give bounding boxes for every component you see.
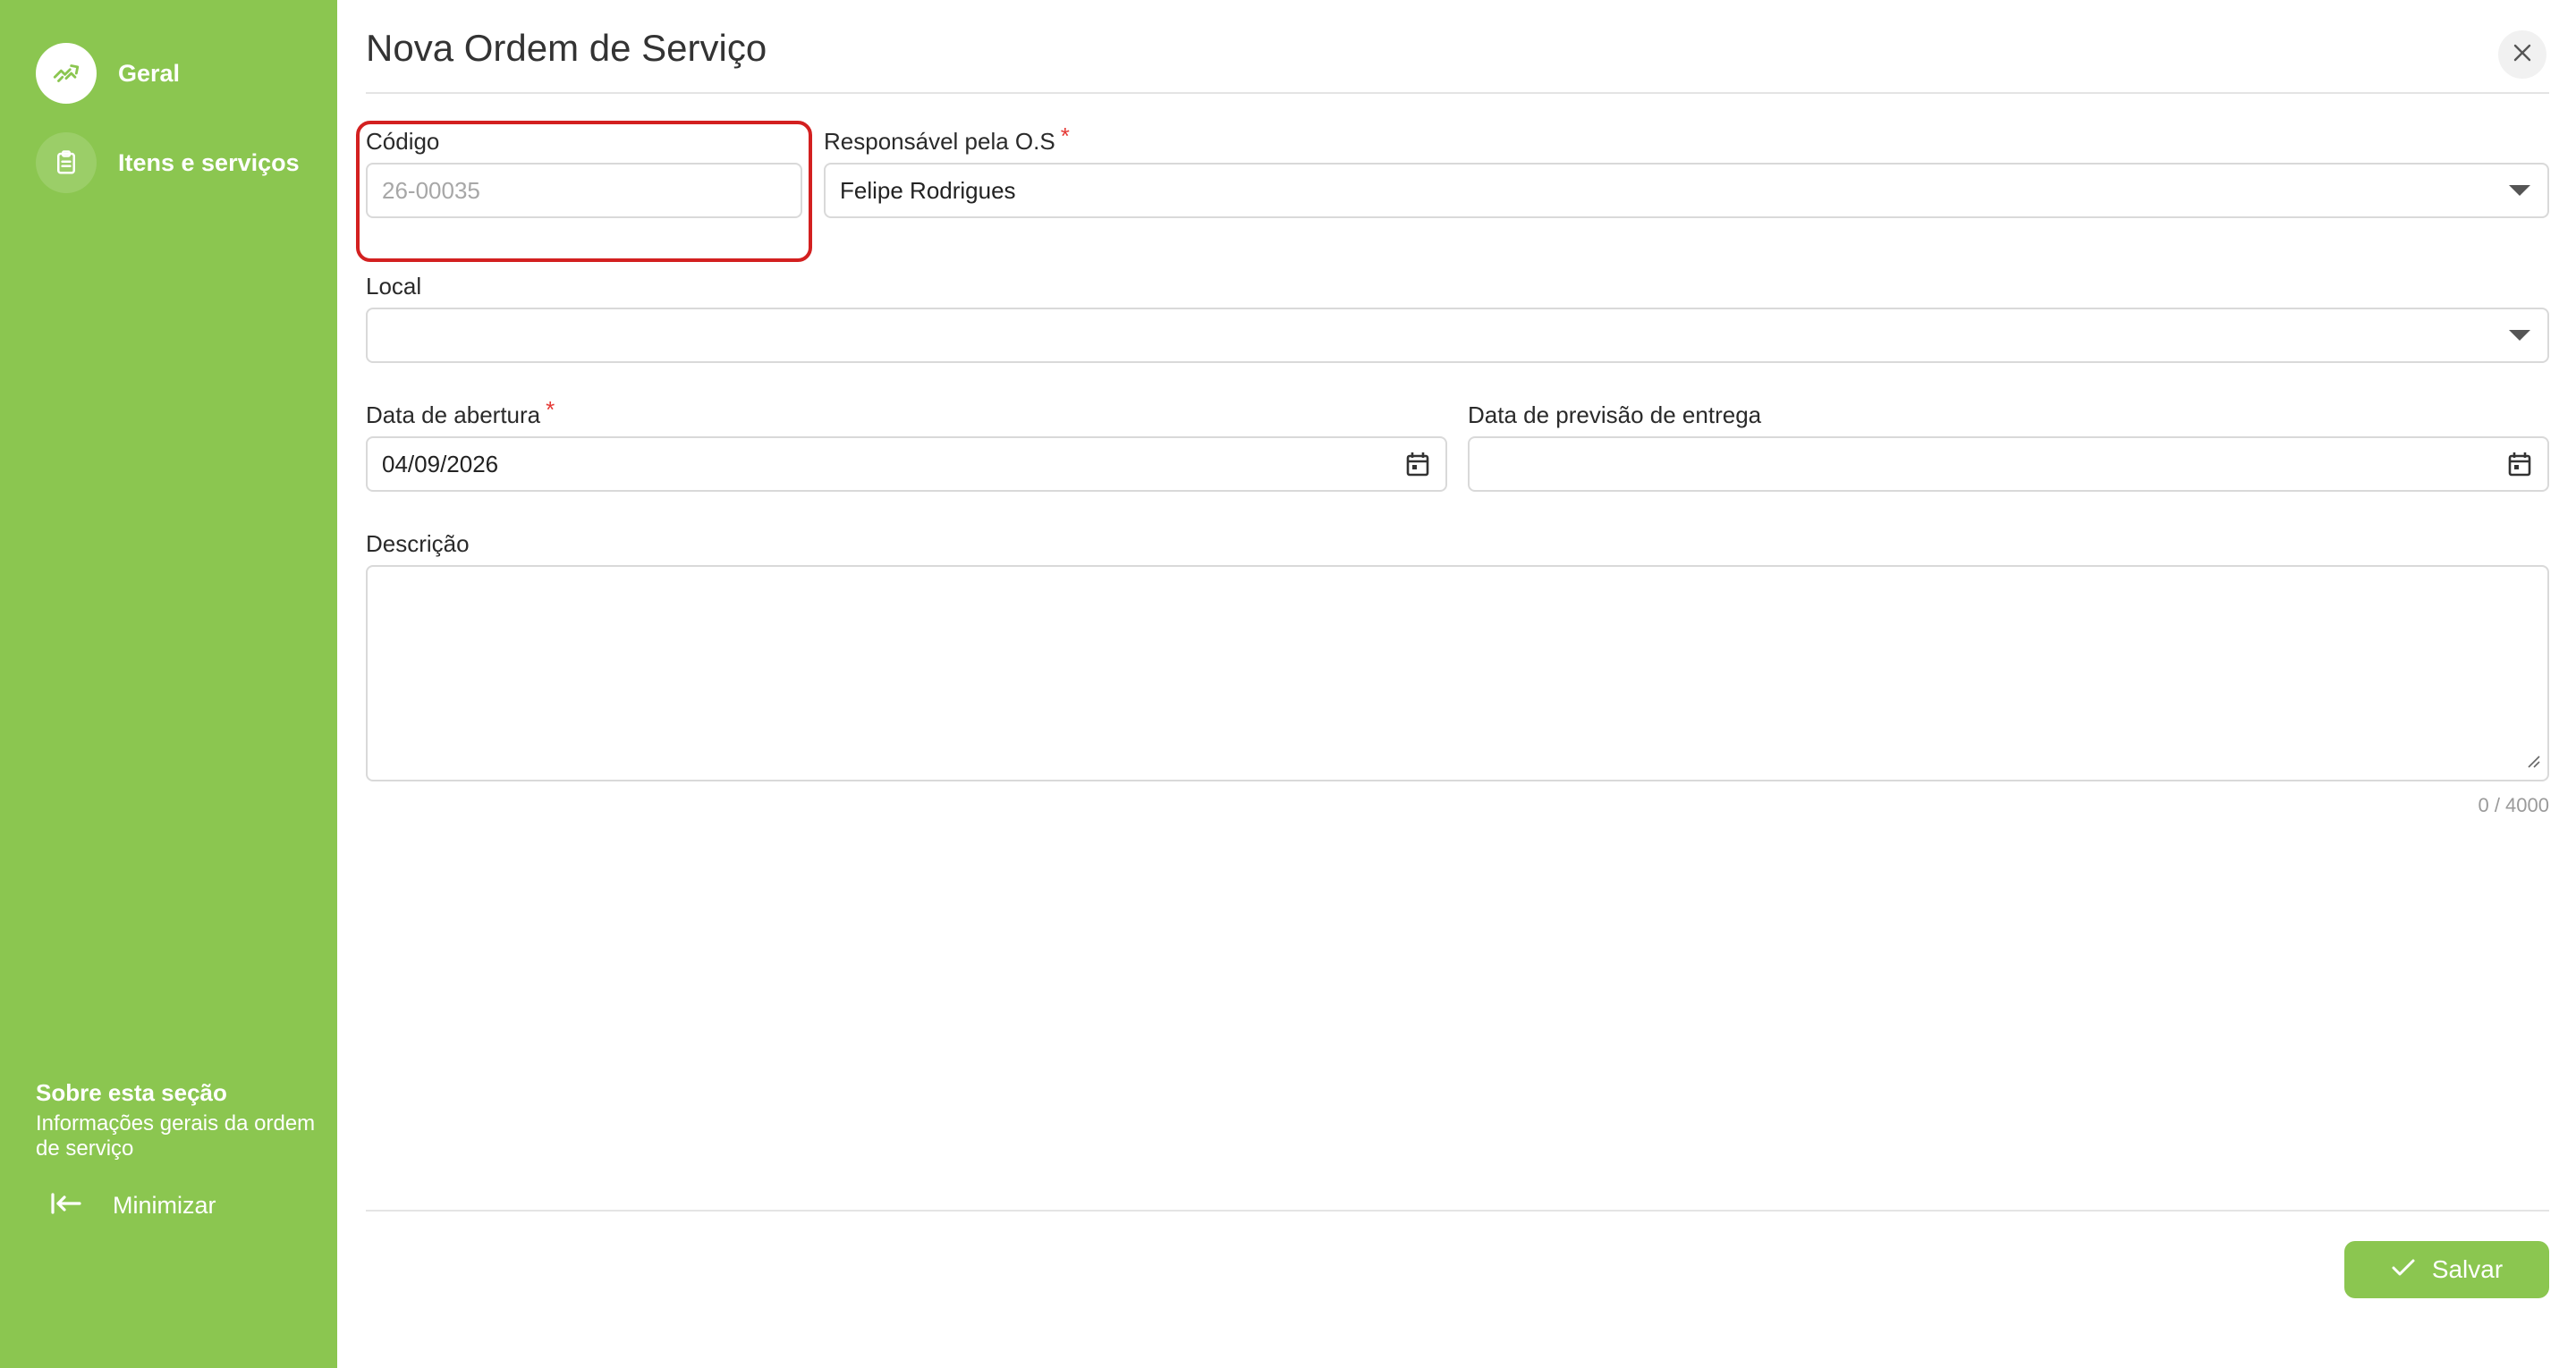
local-select[interactable] [366,308,2549,363]
sidebar-item-label: Geral [118,59,181,87]
descricao-label: Descrição [366,530,470,558]
data-abertura-value: 04/09/2026 [382,450,499,477]
data-previsao-field[interactable] [1468,436,2549,492]
required-mark: * [546,396,555,423]
responsavel-value: Felipe Rodrigues [840,176,1016,204]
minimize-label: Minimizar [113,1192,216,1219]
chevron-down-icon [2508,184,2531,197]
character-counter: 0 / 4000 [2478,794,2549,816]
responsavel-label: Responsável pela O.S * [824,122,1070,156]
page-title: Nova Ordem de Serviço [366,27,767,69]
data-previsao-label-text: Data de previsão de entrega [1468,401,1762,428]
calendar-icon[interactable] [1406,452,1429,477]
descricao-textarea[interactable] [366,565,2549,781]
save-label: Salvar [2431,1255,2504,1283]
calendar-icon[interactable] [2508,452,2531,477]
check-icon [2391,1255,2416,1284]
responsavel-label-text: Responsável pela O.S [824,128,1055,155]
data-abertura-label: Data de abertura * [366,396,555,429]
handshake-icon [36,43,97,104]
save-button[interactable]: Salvar [2344,1241,2549,1298]
sidebar-item-itens-servicos[interactable]: Itens e serviços [36,132,300,193]
resize-handle-icon[interactable] [2526,754,2540,773]
minimize-button[interactable]: Minimizar [50,1191,216,1220]
sidebar: Geral Itens e serviços Sobre esta seção … [0,0,337,1368]
codigo-label: Código [366,128,439,156]
section-info-title: Sobre esta seção [36,1079,227,1106]
header-divider [366,92,2549,94]
codigo-label-text: Código [366,128,440,155]
chevron-down-icon [2508,329,2531,342]
footer-divider [366,1210,2549,1212]
close-icon [2512,43,2532,67]
close-button[interactable] [2498,30,2546,79]
codigo-field[interactable]: 26-00035 [366,163,802,218]
responsavel-select[interactable]: Felipe Rodrigues [824,163,2549,218]
main-panel: Nova Ordem de Serviço Código 26-00035 Re… [337,0,2576,1368]
data-previsao-label: Data de previsão de entrega [1468,401,1761,429]
sidebar-item-label: Itens e serviços [118,148,300,176]
required-mark: * [1060,122,1070,149]
descricao-label-text: Descrição [366,530,470,557]
collapse-left-icon [50,1191,82,1220]
section-info-description: Informações gerais da ordem de serviço [36,1111,316,1161]
local-label: Local [366,273,421,300]
local-label-text: Local [366,273,422,300]
section-info: Sobre esta seção Informações gerais da o… [36,1077,322,1161]
clipboard-icon [36,132,97,193]
sidebar-item-geral[interactable]: Geral [36,43,180,104]
data-abertura-label-text: Data de abertura [366,401,541,428]
data-abertura-field[interactable]: 04/09/2026 [366,436,1447,492]
codigo-placeholder: 26-00035 [382,176,480,204]
